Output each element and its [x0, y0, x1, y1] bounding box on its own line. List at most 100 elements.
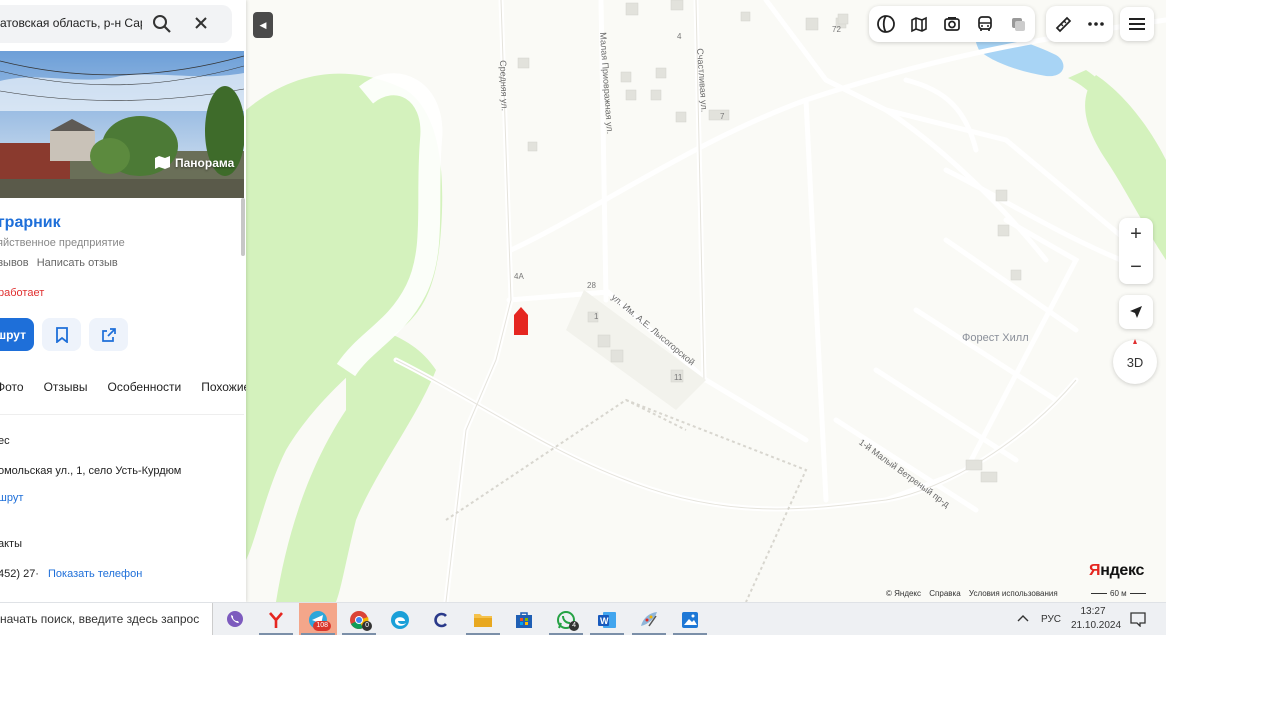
zoom-out-button[interactable]: − — [1119, 251, 1153, 284]
house-number: 72 — [832, 25, 841, 34]
reviews-row: зывов Написать отзыв — [0, 257, 123, 269]
navigation-arrow-icon — [1130, 306, 1142, 318]
zoom-control: + − — [1119, 218, 1153, 284]
edge-icon — [391, 610, 409, 629]
map-layers-toolbar — [869, 6, 1035, 42]
ccleaner-icon — [434, 612, 447, 627]
whatsapp-badge: 4 — [569, 621, 579, 631]
store-app[interactable] — [505, 603, 543, 635]
paint-icon — [641, 611, 657, 626]
search-box[interactable]: атовская область, р-н Сарат — [0, 5, 232, 43]
organization-category: яйственное предприятие — [0, 237, 125, 249]
show-hidden-icons-icon[interactable] — [1017, 613, 1029, 623]
clock-date: 21.10.2024 — [1071, 620, 1122, 631]
telegram-app[interactable]: 108 — [299, 603, 337, 635]
app-indicator — [632, 633, 666, 635]
traffic-button[interactable] — [1001, 6, 1034, 42]
app-indicator — [466, 633, 500, 635]
notifications-icon[interactable] — [1130, 611, 1146, 627]
map-tools-toolbar — [1046, 6, 1113, 42]
taskbar-search-input[interactable]: начать поиск, введите здесь запрос — [0, 603, 213, 635]
help-link[interactable]: Справка — [929, 589, 960, 598]
hamburger-icon — [1129, 18, 1145, 30]
tab-similar[interactable]: Похожие — [201, 380, 246, 394]
district-label: Форест Хилл — [962, 332, 1029, 344]
tab-reviews[interactable]: Отзывы — [44, 380, 88, 394]
file-explorer-app[interactable] — [464, 603, 502, 635]
sidebar-panel: атовская область, р-н Сарат — [0, 0, 246, 602]
show-phone-link[interactable]: Показать телефон — [48, 568, 142, 580]
photos-app[interactable] — [671, 603, 709, 635]
address-text: омольская ул., 1, село Усть-Курдюм — [0, 465, 182, 477]
sidebar-scrollbar[interactable] — [241, 198, 245, 256]
ruler-button[interactable] — [1046, 6, 1079, 42]
transport-button[interactable] — [968, 6, 1001, 42]
address-route-link[interactable]: шрут — [0, 492, 23, 504]
telegram-badge: 108 — [313, 621, 331, 631]
app-indicator — [590, 633, 624, 635]
app-indicator — [259, 633, 293, 635]
svg-text:W: W — [600, 616, 609, 626]
zoom-in-button[interactable]: + — [1119, 218, 1153, 251]
house-number: 1 — [594, 312, 599, 321]
bookmark-button[interactable] — [42, 318, 81, 351]
logo-red-letter: Я — [1089, 562, 1101, 579]
app-indicator — [342, 633, 376, 635]
whatsapp-app[interactable]: 4 — [547, 603, 585, 635]
map-attribution: © Яндекс Справка Условия использования — [886, 589, 1064, 598]
scale-bar: 60 м — [1088, 589, 1149, 598]
house-number: 4А — [514, 272, 524, 281]
bus-icon — [977, 16, 992, 31]
clock[interactable]: 13:27 21.10.2024 — [1071, 605, 1122, 633]
scale-label: 60 м — [1110, 589, 1127, 598]
search-input[interactable]: атовская область, р-н Сарат — [0, 16, 142, 30]
search-icon[interactable] — [152, 14, 172, 34]
route-button[interactable]: шрут — [0, 318, 34, 351]
tabs-divider — [0, 414, 244, 415]
address-heading: ес — [0, 435, 10, 447]
map-layer-button[interactable] — [869, 6, 902, 42]
photo-layer-button[interactable] — [935, 6, 968, 42]
taskbar: начать поиск, введите здесь запрос 108 0 — [0, 602, 1166, 635]
folder-icon — [474, 613, 492, 627]
menu-button[interactable] — [1120, 7, 1154, 41]
yandex-logo: Яндекс — [1089, 562, 1144, 580]
compass-north-icon — [1133, 339, 1137, 344]
chrome-badge: 0 — [362, 621, 372, 631]
clock-time: 13:27 — [1080, 606, 1106, 617]
ccleaner-app[interactable] — [422, 603, 460, 635]
chrome-app[interactable]: 0 — [340, 603, 378, 635]
panorama-link[interactable]: Панорама — [154, 155, 234, 170]
word-app[interactable]: W — [588, 603, 626, 635]
more-button[interactable] — [1079, 6, 1112, 42]
edge-app[interactable] — [381, 603, 419, 635]
viber-app[interactable] — [216, 603, 254, 635]
tab-features[interactable]: Особенности — [108, 380, 182, 394]
language-indicator[interactable]: РУС — [1041, 614, 1061, 625]
yandex-browser-app[interactable] — [257, 603, 295, 635]
3d-label: 3D — [1126, 354, 1144, 370]
close-icon[interactable] — [194, 16, 208, 30]
my-location-button[interactable] — [1119, 295, 1153, 329]
more-icon — [1087, 22, 1104, 26]
status-badge: работает — [0, 287, 45, 299]
copyright-link[interactable]: © Яндекс — [886, 589, 921, 598]
map-view[interactable]: Средняя ул. Малая Приовражная ул. Счастл… — [246, 0, 1166, 602]
share-icon — [101, 327, 116, 342]
organization-title: грарник — [0, 214, 61, 231]
paint-app[interactable] — [630, 603, 668, 635]
bookmark-icon — [55, 326, 68, 343]
panorama-button[interactable] — [902, 6, 935, 42]
share-button[interactable] — [89, 318, 128, 351]
app-indicator — [549, 633, 583, 635]
location-pin-icon[interactable] — [513, 307, 529, 337]
collapse-sidebar-button[interactable]: ◀ — [253, 12, 273, 38]
3d-button[interactable]: 3D — [1113, 339, 1157, 384]
terms-link[interactable]: Условия использования — [969, 589, 1058, 598]
organization-photo[interactable]: Панорама — [0, 51, 244, 198]
yandex-browser-icon — [269, 611, 283, 628]
panorama-icon — [910, 16, 927, 33]
write-review-link[interactable]: Написать отзыв — [37, 257, 118, 269]
tab-photo[interactable]: Фото — [0, 380, 24, 394]
reviews-link[interactable]: зывов — [0, 257, 29, 269]
